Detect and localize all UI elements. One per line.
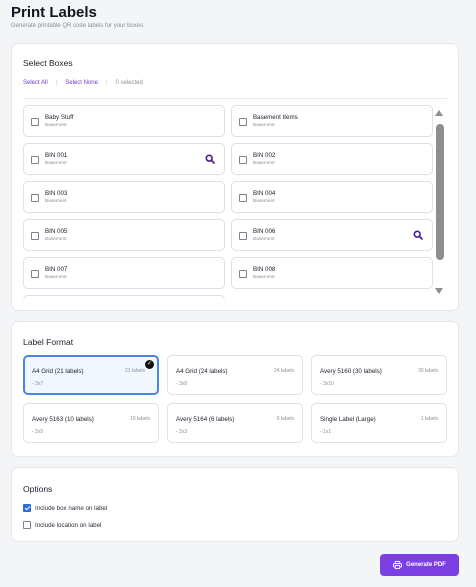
format-grid: - 2x3 bbox=[176, 429, 188, 435]
box-location: Basement bbox=[45, 237, 67, 242]
format-option-avery-5164[interactable]: Avery 5164 (6 labels) 6 labels - 2x3 bbox=[167, 403, 303, 443]
box-name: BIN 008 bbox=[253, 266, 276, 273]
box-location: Basement bbox=[45, 275, 67, 280]
box-checkbox[interactable] bbox=[31, 118, 39, 126]
format-name: Single Label (Large) bbox=[320, 416, 376, 423]
box-item[interactable]: BIN 004 Basement bbox=[231, 181, 433, 213]
selection-bar: Select All | Select None | 0 selected bbox=[23, 80, 143, 86]
box-location: Basement bbox=[45, 161, 67, 166]
format-count: 10 labels bbox=[129, 416, 150, 422]
generate-pdf-button[interactable]: Generate PDF bbox=[380, 554, 459, 576]
label-format-card: Label Format A4 Grid (21 labels) 21 labe… bbox=[11, 321, 459, 457]
search-icon[interactable] bbox=[413, 230, 423, 240]
box-checkbox[interactable] bbox=[239, 270, 247, 278]
format-option-avery-5163[interactable]: Avery 5163 (10 labels) 10 labels - 2x5 bbox=[23, 403, 159, 443]
select-none-link[interactable]: Select None bbox=[65, 80, 98, 86]
box-item[interactable]: BIN 003 Basement bbox=[23, 181, 225, 213]
format-count: 24 labels bbox=[273, 368, 294, 374]
box-checkbox[interactable] bbox=[239, 232, 247, 240]
format-count: 1 labels bbox=[420, 416, 438, 422]
options-title: Options bbox=[23, 484, 53, 494]
box-item[interactable]: BIN 001 Basement bbox=[23, 143, 225, 175]
box-item[interactable]: Basement Items Basement bbox=[231, 105, 433, 137]
box-checkbox[interactable] bbox=[31, 194, 39, 202]
label-format-title: Label Format bbox=[23, 337, 74, 347]
box-checkbox[interactable] bbox=[31, 232, 39, 240]
format-option-single-large[interactable]: Single Label (Large) 1 labels - 1x1 bbox=[311, 403, 447, 443]
box-item[interactable]: BIN 002 Basement bbox=[231, 143, 433, 175]
format-name: Avery 5160 (30 labels) bbox=[320, 368, 382, 375]
box-location: Basement bbox=[253, 199, 275, 204]
selected-count: 0 selected bbox=[115, 80, 143, 86]
format-name: A4 Grid (24 labels) bbox=[176, 368, 228, 375]
box-location: Basement bbox=[253, 123, 275, 128]
box-list[interactable]: Baby Stuff Basement Basement Items Basem… bbox=[23, 105, 433, 299]
search-icon[interactable] bbox=[205, 154, 215, 164]
box-location: Basement bbox=[253, 161, 275, 166]
include-location-checkbox[interactable] bbox=[23, 521, 31, 529]
format-option-avery-5160[interactable]: Avery 5160 (30 labels) 30 labels - 3x10 bbox=[311, 355, 447, 395]
format-grid: - 3x7 bbox=[32, 381, 44, 387]
format-name: A4 Grid (21 labels) bbox=[32, 368, 84, 375]
box-name: BIN 002 bbox=[253, 152, 276, 159]
box-checkbox[interactable] bbox=[31, 270, 39, 278]
box-item[interactable]: BIN 007 Basement bbox=[23, 257, 225, 289]
scroll-down-arrow[interactable] bbox=[435, 288, 443, 294]
box-name: BIN 007 bbox=[45, 266, 68, 273]
box-location: Basement bbox=[253, 237, 275, 242]
select-boxes-title: Select Boxes bbox=[23, 58, 73, 68]
format-grid: - 1x1 bbox=[320, 429, 332, 435]
format-count: 6 labels bbox=[276, 416, 294, 422]
select-boxes-card: Select Boxes Select All | Select None | … bbox=[11, 43, 459, 311]
box-item[interactable]: BIN 005 Basement bbox=[23, 219, 225, 251]
box-name: Basement Items bbox=[253, 114, 298, 121]
format-option-a4-21[interactable]: A4 Grid (21 labels) 21 labels - 3x7 ✓ bbox=[23, 355, 159, 395]
include-location-label: Include location on label bbox=[35, 521, 102, 529]
scroll-up-arrow[interactable] bbox=[435, 110, 443, 116]
divider bbox=[23, 98, 447, 99]
box-item[interactable]: Baby Stuff Basement bbox=[23, 105, 225, 137]
format-count: 30 labels bbox=[417, 368, 438, 374]
format-name: Avery 5163 (10 labels) bbox=[32, 416, 94, 423]
box-name: BIN 003 bbox=[45, 190, 68, 197]
box-checkbox[interactable] bbox=[239, 194, 247, 202]
include-box-name-label: Include box name on label bbox=[35, 504, 108, 512]
page-subtitle: Generate printable QR code labels for yo… bbox=[11, 23, 145, 29]
include-box-name-checkbox[interactable] bbox=[23, 504, 31, 512]
box-location: Basement bbox=[253, 275, 275, 280]
generate-pdf-label: Generate PDF bbox=[406, 562, 446, 568]
page-title: Print Labels bbox=[11, 4, 97, 21]
check-icon: ✓ bbox=[145, 360, 154, 369]
format-grid: - 3x8 bbox=[176, 381, 188, 387]
box-item[interactable]: BIN 008 Basement bbox=[231, 257, 433, 289]
include-location-option[interactable]: Include location on label bbox=[23, 521, 101, 529]
box-name: BIN 004 bbox=[253, 190, 276, 197]
options-card: Options Include box name on label Includ… bbox=[11, 467, 459, 542]
box-name: BIN 006 bbox=[253, 228, 276, 235]
box-checkbox[interactable] bbox=[239, 156, 247, 164]
box-location: Basement bbox=[45, 123, 67, 128]
printer-icon bbox=[393, 561, 403, 569]
format-grid: - 2x5 bbox=[32, 429, 44, 435]
format-count: 21 labels bbox=[124, 368, 145, 374]
select-all-link[interactable]: Select All bbox=[23, 80, 48, 86]
box-item[interactable] bbox=[23, 295, 225, 299]
separator: | bbox=[105, 80, 108, 86]
box-checkbox[interactable] bbox=[31, 156, 39, 164]
scrollbar-thumb[interactable] bbox=[436, 124, 444, 260]
format-option-a4-24[interactable]: A4 Grid (24 labels) 24 labels - 3x8 bbox=[167, 355, 303, 395]
include-box-name-option[interactable]: Include box name on label bbox=[23, 504, 107, 512]
box-location: Basement bbox=[45, 199, 67, 204]
box-checkbox[interactable] bbox=[239, 118, 247, 126]
format-name: Avery 5164 (6 labels) bbox=[176, 416, 235, 423]
separator: | bbox=[55, 80, 58, 86]
box-item[interactable]: BIN 006 Basement bbox=[231, 219, 433, 251]
box-name: BIN 005 bbox=[45, 228, 68, 235]
format-grid: - 3x10 bbox=[320, 381, 334, 387]
box-name: Baby Stuff bbox=[45, 114, 74, 121]
box-name: BIN 001 bbox=[45, 152, 68, 159]
